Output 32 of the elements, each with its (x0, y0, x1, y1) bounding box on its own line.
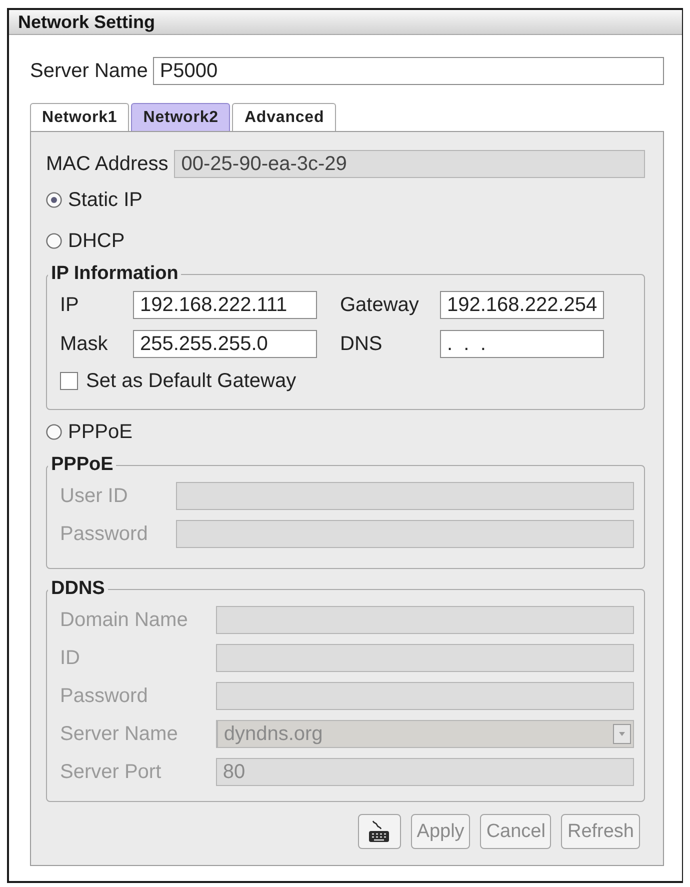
tab[interactable]: Network2 (131, 103, 230, 131)
field-label: Password (60, 684, 149, 708)
field-label: DNS (340, 332, 384, 356)
group-title: IP Information (50, 263, 180, 285)
field-label: ID (60, 646, 81, 670)
group-title: DDNS (50, 578, 106, 600)
field-label: Password (60, 522, 148, 546)
group-title: PPPoE (50, 454, 114, 476)
keyboard-icon (367, 820, 392, 844)
text-field[interactable]: 192.168.222.254 (440, 291, 604, 319)
text-field[interactable]: 255.255.255.0 (133, 330, 317, 358)
window-title: Network Setting (18, 12, 156, 32)
radio-option[interactable]: PPPoE (46, 413, 132, 451)
tab[interactable]: Network1 (30, 103, 130, 131)
caret-icon (613, 724, 631, 744)
tab[interactable]: Advanced (232, 103, 336, 131)
field-label: IP (60, 294, 80, 316)
field-label: Gateway (340, 294, 420, 316)
field-label: Domain Name (60, 608, 188, 632)
field-label: Server Port (60, 760, 162, 784)
field-label: Server Name (30, 60, 148, 82)
text-field[interactable]: . . . (440, 330, 604, 358)
field-label: User ID (60, 484, 129, 508)
field-label: Server Name (60, 722, 179, 746)
radio-option[interactable]: Static IP (46, 181, 142, 219)
field-label: Mask (60, 332, 109, 356)
text-field[interactable]: 192.168.222.111 (133, 291, 317, 319)
keyboard-button[interactable] (358, 814, 401, 849)
text-field[interactable]: P5000 (152, 57, 664, 85)
radio-option[interactable]: DHCP (46, 222, 125, 260)
field-label: MAC Address (46, 152, 168, 176)
checkbox-option[interactable]: Set as Default Gateway (60, 369, 296, 393)
